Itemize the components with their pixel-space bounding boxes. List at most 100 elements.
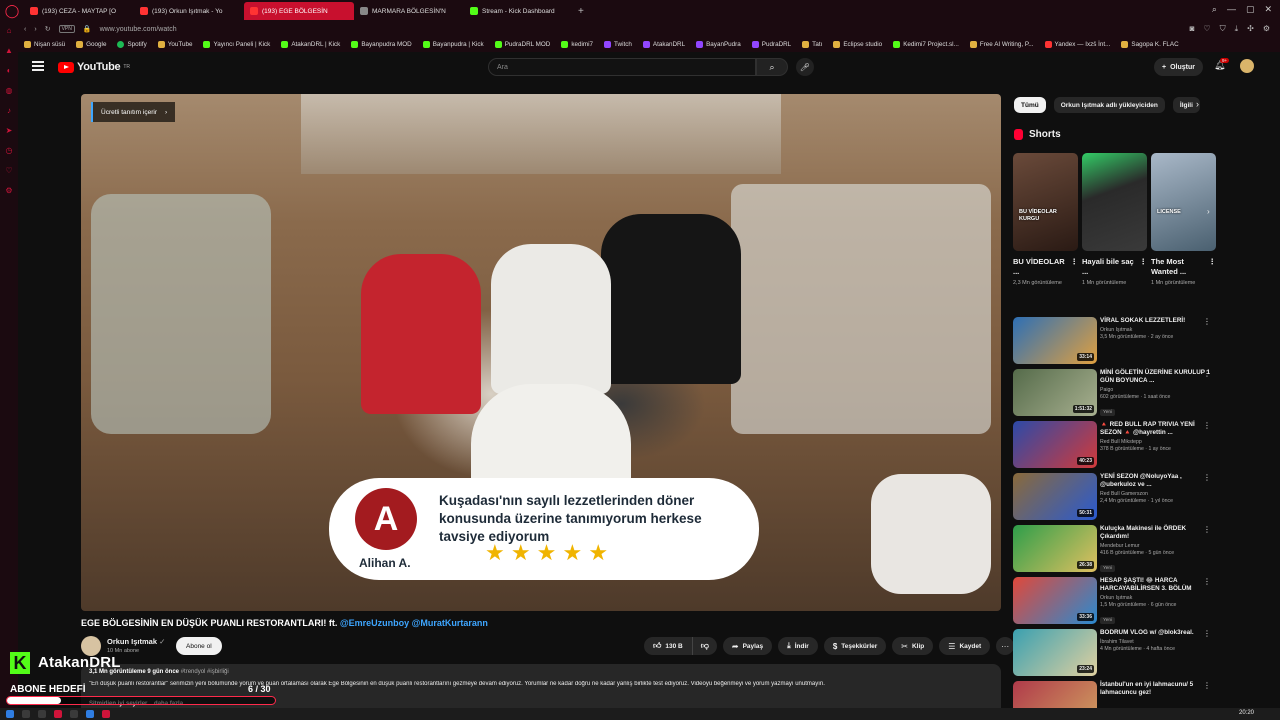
video-thumbnail[interactable]: 26:38	[1013, 525, 1097, 572]
paid-promotion-label[interactable]: Ücretli tanıtım içerir ›	[91, 102, 176, 122]
account-avatar[interactable]	[1240, 59, 1254, 73]
short-card[interactable]: LICENSE The Most Wanted ... ⋮ 1 Mn görüntül…	[1151, 153, 1216, 287]
taskbar-app-icon[interactable]	[22, 710, 30, 718]
chevron-right-icon[interactable]: ›	[1207, 207, 1210, 216]
recommended-video[interactable]: 1:51:32 MİNİ GÖLETİN ÜZERİNE KURULUP 1 GÜ…	[1013, 369, 1223, 421]
opera-logo-icon[interactable]: ◯	[0, 0, 24, 22]
video-channel[interactable]: Orkun Işıtmak	[1100, 595, 1212, 601]
video-title[interactable]: Kuluçka Makinesi ile ÖRDEK Çıkardım!	[1100, 525, 1212, 541]
settings-icon[interactable]: ⚙	[5, 186, 12, 196]
whatsapp-icon[interactable]: ◍	[6, 86, 13, 96]
camera-icon[interactable]: ◙	[1190, 24, 1195, 34]
more-options-icon[interactable]: ⋮	[1203, 525, 1211, 534]
like-button[interactable]: 👍︎ 130 B	[644, 637, 693, 655]
filter-chip[interactable]: Tümü	[1014, 97, 1046, 113]
bookmark-item[interactable]: Eclipse studio	[833, 40, 882, 48]
taskbar-app-icon[interactable]	[70, 710, 78, 718]
video-channel[interactable]: Mendebur Lemur	[1100, 543, 1212, 549]
bookmark-item[interactable]: Nişan süsü	[24, 40, 65, 48]
short-thumbnail[interactable]	[1082, 153, 1147, 251]
more-options-icon[interactable]: ⋮	[1071, 257, 1079, 277]
bookmark-icon[interactable]: ♡	[1203, 24, 1210, 34]
short-title[interactable]: The Most Wanted ...	[1151, 257, 1209, 277]
forward-icon[interactable]: ›	[34, 26, 36, 33]
taskbar-app-icon[interactable]	[86, 710, 94, 718]
dislike-button[interactable]: 👎︎	[692, 637, 717, 655]
video-title[interactable]: İstanbul'un en iyi lahmacunu/ 5 lahmacun…	[1100, 681, 1212, 697]
vpn-badge[interactable]: VPN	[58, 25, 75, 33]
short-card[interactable]: Hayali bile saç ... ⋮ 1 Mn görüntüleme	[1082, 153, 1147, 287]
taskbar-app-icon[interactable]	[102, 710, 110, 718]
video-channel[interactable]: Red Bull Mikstepp	[1100, 439, 1212, 445]
video-thumbnail[interactable]: 50:31	[1013, 473, 1097, 520]
history-icon[interactable]: ◷	[6, 146, 13, 156]
browser-tab[interactable]: (193) CEZA - MAYTAP [O	[24, 2, 134, 20]
recommended-video[interactable]: 23:24 BODRUM VLOG w/ @blok3real. İbrahim T…	[1013, 629, 1223, 681]
search-input[interactable]: Ara	[488, 58, 756, 76]
more-actions-icon[interactable]: ···	[996, 637, 1015, 655]
recommended-video[interactable]: 33:14 VİRAL SOKAK LEZZETLERİ! Orkun Işıtma…	[1013, 317, 1223, 369]
taskbar-opera-icon[interactable]	[54, 710, 62, 718]
back-icon[interactable]: ‹	[24, 26, 26, 33]
short-title[interactable]: BU VİDEOLAR ...	[1013, 257, 1071, 277]
bookmark-item[interactable]: Kedimi7 Project.sl...	[893, 40, 959, 48]
bookmark-item[interactable]: AtakanDRL | Kick	[281, 40, 340, 48]
more-options-icon[interactable]: ⋮	[1203, 369, 1211, 378]
bookmark-item[interactable]: Sagopa K. FLAC	[1121, 40, 1179, 48]
reload-icon[interactable]: ↻	[45, 25, 51, 33]
bookmark-item[interactable]: Google	[76, 40, 106, 48]
bookmark-item[interactable]: PudraDRL	[751, 40, 791, 48]
short-thumbnail[interactable]: BU VİDEOLAR KURGU	[1013, 153, 1078, 251]
more-options-icon[interactable]: ⋮	[1203, 421, 1211, 430]
bookmark-item[interactable]: Tatı	[802, 40, 822, 48]
home-icon[interactable]: ⌂	[7, 26, 12, 36]
short-title[interactable]: Hayali bile saç ...	[1082, 257, 1140, 277]
recommended-video[interactable]: 26:38 Kuluçka Makinesi ile ÖRDEK Çıkardım…	[1013, 525, 1223, 577]
video-thumbnail[interactable]: 1:51:32	[1013, 369, 1097, 416]
send-icon[interactable]: ➤	[6, 126, 13, 136]
recommended-video[interactable]: 33:36 HESAP ŞAŞTI! 😂 HARCA HARCAYABİLİRSE…	[1013, 577, 1223, 629]
browser-tab[interactable]: (193) EGE BÖLGESİN	[244, 2, 354, 20]
settings-icon[interactable]: ⚙	[1263, 24, 1270, 34]
video-title[interactable]: HESAP ŞAŞTI! 😂 HARCA HARCAYABİLİRSEN 3. …	[1100, 577, 1212, 593]
search-icon[interactable]: ⌕	[756, 58, 788, 76]
bookmark-item[interactable]: Twitch	[604, 40, 632, 48]
share-button[interactable]: ➦ Paylaş	[722, 637, 773, 655]
close-icon[interactable]: ✕	[1264, 4, 1272, 15]
video-title[interactable]: YENİ SEZON @NoluyoYaa , @uberkuloz ve ..…	[1100, 473, 1212, 489]
recommended-video[interactable]: 40:23 🔺 RED BULL RAP TRIVIA YENİ SEZON 🔺 …	[1013, 421, 1223, 473]
video-thumbnail[interactable]: 23:24	[1013, 629, 1097, 676]
more-options-icon[interactable]: ⋮	[1203, 681, 1211, 690]
bookmark-item[interactable]: kedimi7	[561, 40, 593, 48]
browser-tab[interactable]: (193) Orkun Işıtmak - Yo	[134, 2, 244, 20]
channel-name[interactable]: Orkun Işıtmak ✓	[107, 637, 165, 646]
bookmark-item[interactable]: Bayanpudra MOD	[351, 40, 412, 48]
short-thumbnail[interactable]: LICENSE	[1151, 153, 1216, 251]
video-title-tags[interactable]: @EmreUzunboy @MuratKurtarann	[340, 618, 488, 628]
more-options-icon[interactable]: ⋮	[1203, 629, 1211, 638]
video-channel[interactable]: Paigo	[1100, 387, 1212, 393]
video-thumbnail[interactable]: 33:14	[1013, 317, 1097, 364]
more-options-icon[interactable]: ⋮	[1209, 257, 1217, 277]
hamburger-menu-icon[interactable]	[32, 61, 44, 71]
thanks-button[interactable]: $ Teşekkürler	[823, 637, 887, 655]
browser-tab[interactable]: Stream - Kick Dashboard	[464, 2, 574, 20]
shield-icon[interactable]: ⛉	[1220, 24, 1226, 34]
maximize-icon[interactable]: ▢	[1246, 4, 1255, 15]
video-title[interactable]: BODRUM VLOG w/ @blok3real.	[1100, 629, 1212, 637]
video-title[interactable]: VİRAL SOKAK LEZZETLERİ!	[1100, 317, 1212, 325]
video-title[interactable]: MİNİ GÖLETİN ÜZERİNE KURULUP 1 GÜN BOYUN…	[1100, 369, 1212, 385]
music-icon[interactable]: ♪	[7, 106, 11, 116]
bookmark-item[interactable]: Spotify	[117, 40, 147, 48]
taskbar-app-icon[interactable]	[38, 710, 46, 718]
bookmark-item[interactable]: Free AI Writing, P...	[969, 40, 1034, 48]
video-channel[interactable]: İbrahim Tilavet	[1100, 639, 1212, 645]
more-options-icon[interactable]: ⋮	[1203, 317, 1211, 326]
create-button[interactable]: + Oluştur	[1154, 58, 1203, 76]
bookmark-item[interactable]: BayanPudra	[696, 40, 741, 48]
new-tab-icon[interactable]: +	[578, 6, 584, 17]
youtube-logo[interactable]: YouTube TR	[58, 61, 130, 73]
bookmark-item[interactable]: Bayanpudra | Kick	[422, 40, 484, 48]
download-button[interactable]: ⤓ İndir	[778, 637, 818, 655]
more-options-icon[interactable]: ⋮	[1203, 473, 1211, 482]
